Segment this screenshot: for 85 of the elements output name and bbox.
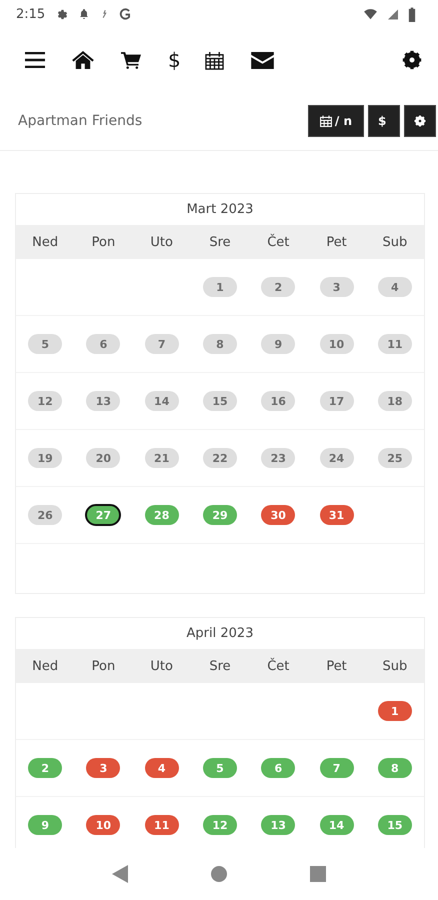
day-pill[interactable]: 2 (261, 277, 296, 297)
day-pill[interactable]: 10 (86, 815, 120, 835)
day-pill[interactable]: 16 (261, 391, 296, 411)
bell-icon (78, 8, 90, 20)
day-pill[interactable]: 2 (28, 758, 62, 778)
day-pill[interactable]: 7 (144, 334, 179, 354)
status-time: 2:15 (16, 6, 46, 22)
calendar-nights-button[interactable]: / n (308, 105, 364, 137)
day-pill[interactable]: 14 (144, 391, 179, 411)
day-pill[interactable]: 6 (261, 758, 296, 778)
settings-icon[interactable] (402, 50, 422, 70)
day-pill[interactable]: 15 (202, 391, 237, 411)
weekday-label: Sre (208, 658, 232, 674)
weekday-label: Sub (381, 234, 408, 250)
day-pill[interactable]: 9 (261, 334, 296, 354)
weekday-label: Čet (266, 234, 290, 250)
g-logo-icon (118, 7, 132, 21)
menu-icon[interactable] (25, 52, 45, 68)
dollar-link[interactable]: $ (168, 50, 181, 70)
day-pill[interactable]: 25 (378, 448, 412, 468)
home-circle-icon[interactable] (210, 866, 227, 882)
day-pill[interactable]: 9 (28, 815, 62, 835)
cart-icon[interactable] (121, 52, 141, 68)
wifi-icon (363, 7, 378, 21)
calendar-icon[interactable] (204, 50, 224, 70)
day-pill[interactable]: 11 (144, 815, 179, 835)
month-title: April 2023 (186, 625, 254, 643)
day-pill[interactable]: 5 (202, 758, 237, 778)
day-pill[interactable]: 26 (28, 505, 62, 525)
day-pill[interactable]: 1 (378, 701, 412, 721)
home-icon[interactable] (72, 51, 94, 69)
calendar-icon (320, 115, 332, 127)
weekday-label: Pet (325, 234, 348, 250)
day-pill[interactable]: 14 (320, 815, 354, 835)
month-title: Mart 2023 (186, 201, 254, 219)
weekday-label: Ned (31, 234, 60, 250)
day-pill[interactable]: 23 (261, 448, 296, 468)
day-pill[interactable]: 24 (320, 448, 354, 468)
weekday-label: Sre (208, 234, 232, 250)
day-pill[interactable]: 8 (202, 334, 237, 354)
weekday-label: Ned (31, 658, 60, 674)
day-pill[interactable]: 8 (378, 758, 412, 778)
day-pill[interactable]: 30 (261, 505, 296, 525)
signal-icon (387, 8, 399, 20)
weekday-label: Uto (149, 658, 174, 674)
day-pill[interactable]: 17 (320, 391, 354, 411)
day-pill[interactable]: 18 (378, 391, 412, 411)
day-pill[interactable]: 11 (378, 334, 412, 354)
day-pill[interactable]: 19 (28, 448, 62, 468)
settings-button[interactable] (404, 105, 436, 137)
day-pill[interactable]: 4 (378, 277, 412, 297)
day-pill[interactable]: 7 (320, 758, 354, 778)
weekday-label: Pet (325, 658, 348, 674)
day-pill[interactable]: 15 (378, 815, 412, 835)
day-pill[interactable]: 6 (86, 334, 120, 354)
day-pill[interactable]: 27 (86, 505, 120, 525)
weekday-label: Čet (266, 658, 290, 674)
weekday-label: Sub (381, 658, 408, 674)
envelope-icon[interactable] (250, 52, 274, 68)
day-pill[interactable]: 31 (320, 505, 354, 525)
day-pill[interactable]: 29 (202, 505, 237, 525)
settings-icon (414, 115, 426, 127)
day-pill[interactable]: 21 (144, 448, 179, 468)
price-button[interactable]: $ (368, 105, 400, 137)
recents-icon[interactable] (310, 866, 326, 882)
weekday-label: Uto (149, 234, 174, 250)
day-pill[interactable]: 13 (261, 815, 296, 835)
day-pill[interactable]: 22 (202, 448, 237, 468)
weekday-label: Pon (90, 234, 116, 250)
day-pill[interactable]: 10 (320, 334, 354, 354)
property-title: Apartman Friends (18, 113, 142, 129)
day-pill[interactable]: 20 (86, 448, 120, 468)
day-pill[interactable]: 3 (86, 758, 120, 778)
battery-icon (408, 6, 416, 22)
day-pill[interactable]: 3 (320, 277, 354, 297)
day-pill[interactable]: 13 (86, 391, 120, 411)
gear-icon (56, 8, 70, 20)
day-pill[interactable]: 5 (28, 334, 62, 354)
day-pill[interactable]: 28 (144, 505, 179, 525)
day-pill[interactable]: 4 (144, 758, 179, 778)
back-icon[interactable] (112, 865, 128, 883)
day-pill[interactable]: 12 (202, 815, 237, 835)
day-pill[interactable]: 12 (28, 391, 62, 411)
day-pill[interactable]: 1 (202, 277, 237, 297)
weekday-label: Pon (90, 658, 116, 674)
